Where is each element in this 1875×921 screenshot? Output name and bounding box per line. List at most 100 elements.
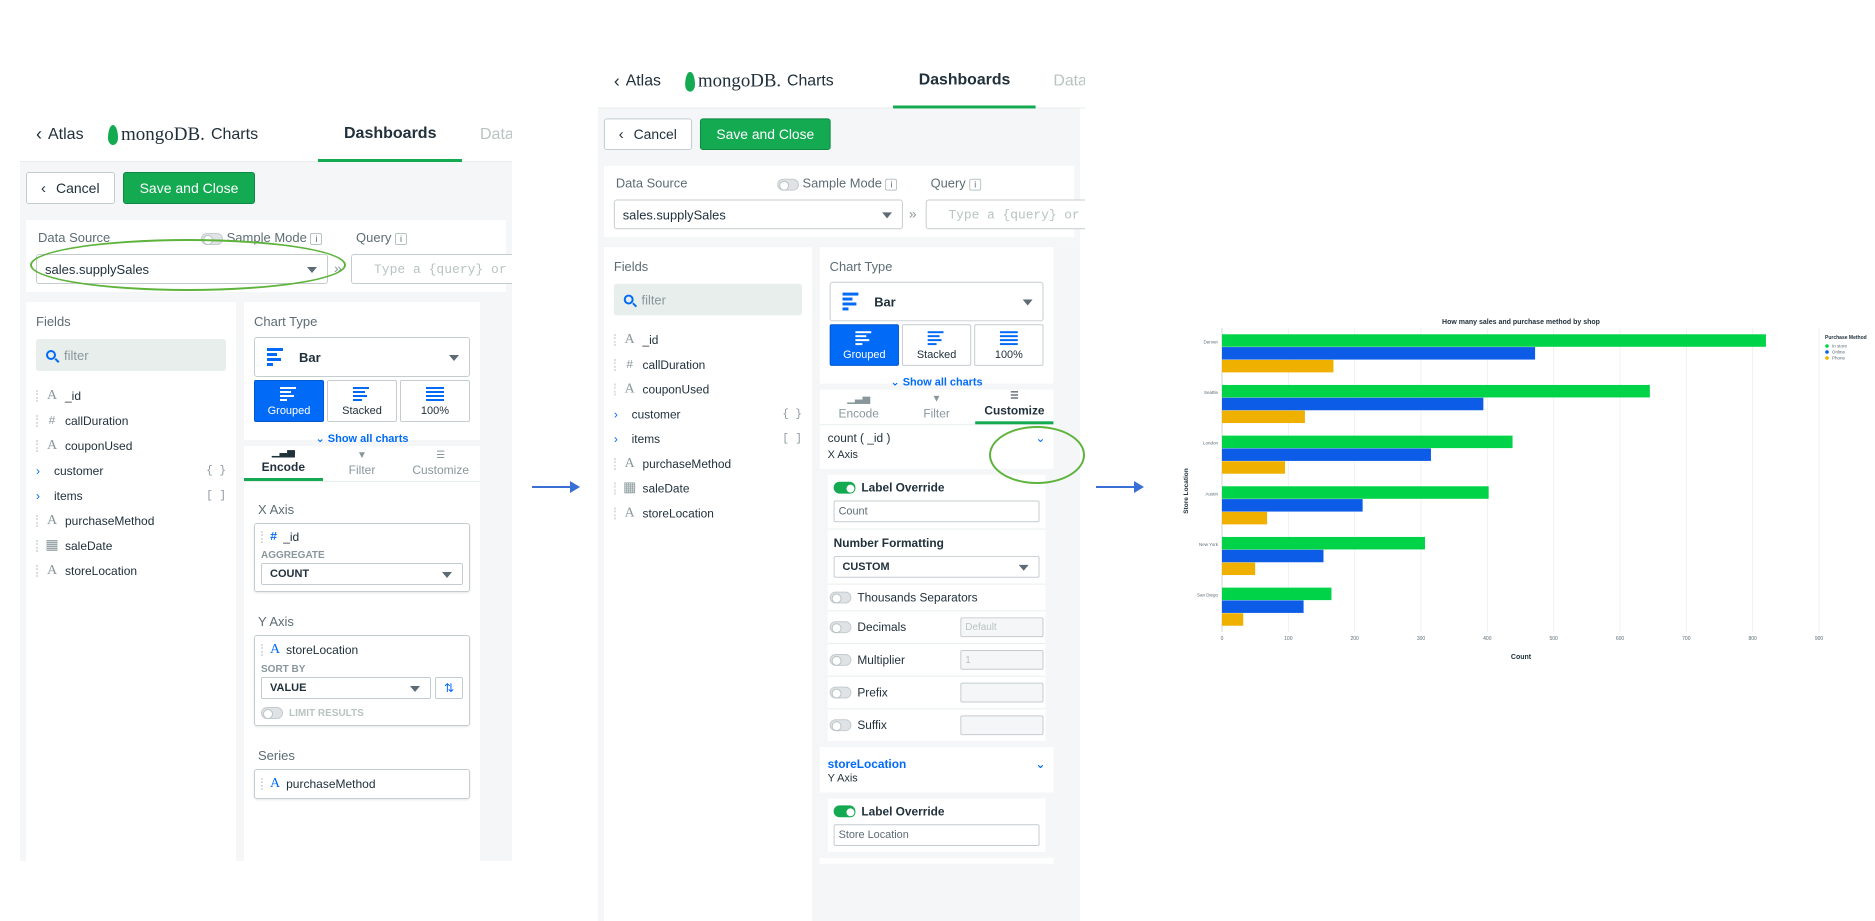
info-icon: i (969, 178, 982, 191)
field-item[interactable]: AcouponUsed (613, 377, 802, 402)
editor-panel-encode: ‹ Atlas mongoDB. Charts Dashboards Data ‹ C… (20, 108, 512, 861)
field-item[interactable]: ▦ saleDate (613, 476, 802, 501)
field-filter-input[interactable]: filter (613, 283, 802, 316)
suffix-input[interactable] (960, 715, 1044, 736)
chevron-down-icon[interactable]: ⌄ (1036, 757, 1046, 771)
field-item[interactable]: › customer{ } (36, 458, 226, 483)
x-axis-channel[interactable]: # _id AGGREGATE COUNT (254, 523, 470, 592)
field-item[interactable]: AstoreLocation (613, 501, 802, 526)
x-label-input[interactable]: Count (833, 500, 1040, 523)
tab-encode[interactable]: ▁▃▅ Encode (244, 446, 323, 481)
tab-dashboards[interactable]: Dashboards (893, 55, 1037, 109)
multiplier-toggle[interactable] (829, 653, 852, 666)
show-all-charts-link[interactable]: ⌄ Show all charts (830, 376, 1044, 389)
calendar-icon: ▦ (623, 480, 637, 496)
x-tick-label: 200 (1350, 636, 1359, 642)
mongodb-charts-logo: mongoDB. Charts (685, 70, 834, 92)
field-item[interactable]: ▦ saleDate (36, 533, 226, 558)
search-icon (623, 294, 634, 305)
grouped-bar-icon (280, 386, 298, 402)
y-label-override-toggle[interactable] (833, 805, 856, 818)
string-icon: A (270, 642, 281, 657)
chart-type-select[interactable]: Bar (829, 281, 1044, 322)
field-item[interactable]: AcouponUsed (36, 433, 226, 458)
caret-down-icon (1018, 564, 1029, 571)
cancel-button[interactable]: ‹ Cancel (603, 118, 692, 151)
search-icon (46, 350, 56, 360)
save-and-close-button[interactable]: Save and Close (122, 172, 256, 204)
show-all-charts-link[interactable]: ⌄ Show all charts (254, 432, 470, 445)
field-item[interactable]: › items[ ] (36, 483, 226, 508)
field-item[interactable]: # callDuration (613, 352, 802, 377)
number-format-select[interactable]: CUSTOM (833, 555, 1040, 578)
string-icon: A (46, 437, 58, 453)
decimals-input[interactable]: Default (960, 617, 1044, 638)
back-to-atlas-link[interactable]: ‹ Atlas (20, 124, 100, 145)
tab-customize[interactable]: ☰ Customize (975, 390, 1054, 425)
chevrons-icon: » (908, 205, 917, 222)
tab-data[interactable]: Data (480, 108, 512, 162)
cancel-button[interactable]: ‹ Cancel (26, 172, 115, 204)
field-item[interactable]: # callDuration (36, 408, 226, 433)
field-item[interactable]: AstoreLocation (36, 558, 226, 583)
field-item[interactable]: A _id (36, 383, 226, 408)
query-input[interactable]: Type a {query} or (351, 254, 512, 284)
percent-bar-icon (999, 330, 1018, 346)
string-icon: A (624, 504, 635, 520)
caret-down-icon (1022, 299, 1033, 306)
suffix-toggle[interactable] (829, 719, 852, 732)
decimals-toggle[interactable] (829, 621, 852, 634)
chevron-left-icon: ‹ (613, 70, 620, 91)
chart-legend: In storeOnlinePhone (1825, 344, 1848, 361)
string-icon: A (46, 562, 58, 578)
x-label-override-toggle[interactable] (833, 481, 856, 494)
chevron-right-icon: › (613, 406, 618, 421)
tab-data[interactable]: Data (1053, 55, 1085, 108)
tab-dashboards[interactable]: Dashboards (318, 108, 463, 162)
field-item[interactable]: › customer{ } (614, 402, 802, 427)
sample-mode-toggle[interactable] (777, 178, 799, 191)
percent-button[interactable]: 100% (974, 324, 1044, 366)
chart-type-select[interactable]: Bar (254, 337, 470, 377)
y-label-input[interactable]: Store Location (833, 824, 1040, 847)
prefix-input[interactable] (960, 682, 1044, 703)
prefix-toggle[interactable] (829, 686, 852, 699)
string-icon: A (46, 512, 58, 528)
field-item[interactable]: A _id (613, 327, 802, 352)
query-input[interactable]: Type a {query} or (925, 199, 1085, 230)
chevron-right-icon: › (36, 488, 40, 503)
bar (1222, 562, 1256, 576)
encode-icon: ▁▃▅ (271, 447, 295, 458)
save-and-close-button[interactable]: Save and Close (699, 118, 832, 151)
bar-chart-preview: How many sales and purchase method by sh… (1176, 316, 1871, 668)
chevron-left-icon: ‹ (36, 124, 42, 144)
grouped-button[interactable]: Grouped (829, 324, 899, 366)
caret-down-icon (442, 572, 452, 578)
stacked-button[interactable]: Stacked (327, 380, 397, 422)
percent-button[interactable]: 100% (400, 380, 470, 422)
stacked-button[interactable]: Stacked (901, 324, 972, 366)
back-to-atlas-link[interactable]: ‹ Atlas (598, 71, 677, 92)
tab-filter[interactable]: ▼ Filter (898, 390, 976, 425)
field-filter-input[interactable]: filter (36, 339, 226, 371)
aggregate-select[interactable]: COUNT (261, 563, 463, 585)
limit-results-toggle[interactable] (261, 707, 283, 719)
grouped-button[interactable]: Grouped (254, 380, 324, 422)
tab-customize[interactable]: ☰ Customize (401, 446, 480, 481)
info-icon: i (395, 232, 408, 245)
multiplier-input[interactable]: 1 (960, 649, 1044, 670)
datasource-select[interactable]: sales.supplySales (613, 199, 903, 230)
leaf-icon (685, 71, 696, 92)
field-item[interactable]: › items[ ] (614, 426, 802, 451)
tab-filter[interactable]: ▼ Filter (323, 446, 402, 481)
sort-direction-button[interactable]: ⇅ (435, 677, 463, 699)
y-tick-label: Seattle (1204, 390, 1219, 395)
series-channel[interactable]: ApurchaseMethod (254, 769, 470, 799)
y-axis-channel[interactable]: AstoreLocation SORT BY VALUE ⇅ LIMIT RESU… (254, 635, 470, 726)
sort-select[interactable]: VALUE (261, 677, 431, 699)
thousands-separators-toggle[interactable] (829, 591, 852, 604)
chart-bars (1222, 334, 1766, 626)
field-item[interactable]: ApurchaseMethod (36, 508, 226, 533)
field-item[interactable]: ApurchaseMethod (613, 451, 802, 476)
tab-encode[interactable]: ▁▃▅ Encode (820, 390, 898, 425)
